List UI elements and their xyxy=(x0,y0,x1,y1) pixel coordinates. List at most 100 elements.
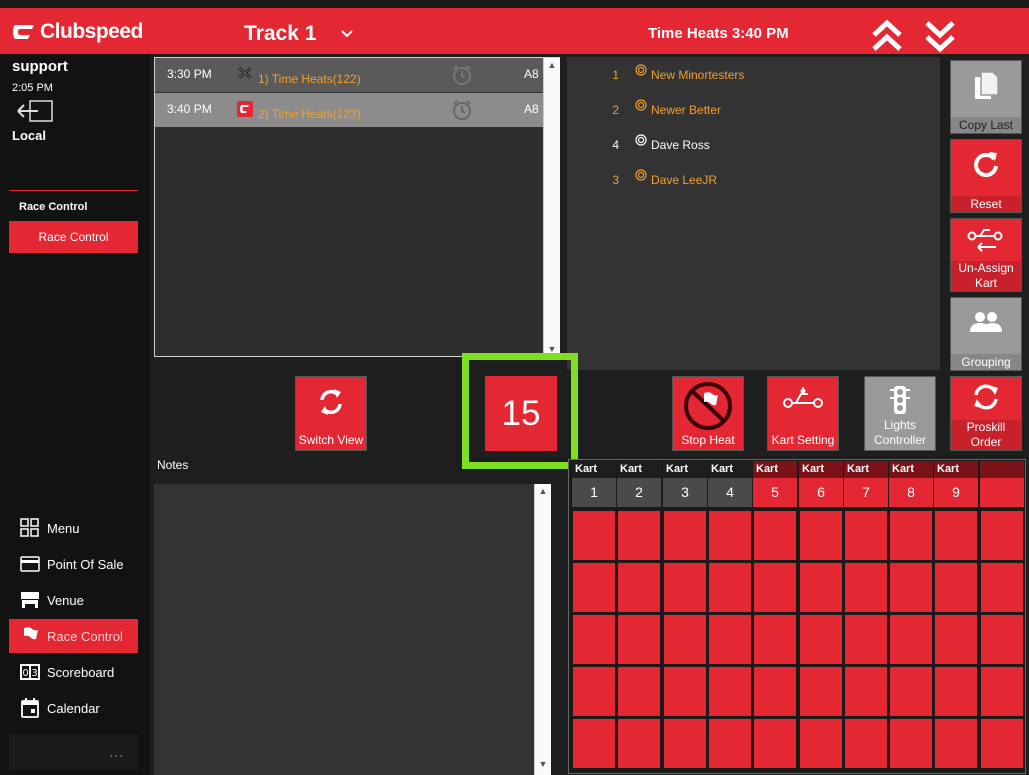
proskill-order-button[interactable]: Proskill Order xyxy=(950,376,1022,451)
kart-slot[interactable] xyxy=(573,511,615,560)
nav-item-scoreboard[interactable]: 03 Scoreboard xyxy=(9,655,138,689)
kart-slot[interactable] xyxy=(664,511,706,560)
kart-setting-button[interactable]: Kart Setting xyxy=(767,376,839,451)
kart-slot[interactable] xyxy=(709,615,751,664)
kart-slot[interactable] xyxy=(890,615,932,664)
double-chevron-up-icon[interactable] xyxy=(869,18,905,54)
kart-slot[interactable] xyxy=(709,667,751,716)
kart-slot[interactable] xyxy=(935,511,977,560)
kart-slot[interactable] xyxy=(890,511,932,560)
scroll-up-icon[interactable]: ▲ xyxy=(535,484,551,498)
notes-label: Notes xyxy=(157,458,189,472)
nav-item-menu[interactable]: Menu xyxy=(9,511,138,545)
kart-slot[interactable] xyxy=(709,563,751,612)
kart-header[interactable]: Kart 7 xyxy=(844,461,888,507)
kart-slot[interactable] xyxy=(754,667,796,716)
racer-row[interactable]: 2 Newer Better xyxy=(567,99,940,119)
kart-slot[interactable] xyxy=(845,615,887,664)
scroll-down-icon[interactable]: ▼ xyxy=(535,757,551,771)
kart-header[interactable] xyxy=(980,461,1024,507)
kart-slot[interactable] xyxy=(573,719,615,768)
reset-button[interactable]: Reset xyxy=(950,139,1022,213)
kart-slot[interactable] xyxy=(709,511,751,560)
kart-header[interactable]: Kart 9 xyxy=(934,461,978,507)
unassign-kart-button[interactable]: Un-Assign Kart xyxy=(950,218,1022,292)
kart-slot[interactable] xyxy=(618,511,660,560)
racer-row[interactable]: 3 Dave LeeJR xyxy=(567,169,940,189)
kart-header[interactable]: Kart 3 xyxy=(663,461,707,507)
switch-view-button[interactable]: Switch View xyxy=(295,376,367,451)
kart-slot[interactable] xyxy=(618,667,660,716)
kart-slot[interactable] xyxy=(800,615,842,664)
nav-item-calendar[interactable]: Calendar xyxy=(9,691,138,725)
kart-slot[interactable] xyxy=(800,511,842,560)
kart-slot[interactable] xyxy=(845,719,887,768)
track-selector[interactable]: Track 1 xyxy=(244,22,316,46)
kart-slot[interactable] xyxy=(664,719,706,768)
scroll-up-icon[interactable]: ▲ xyxy=(544,58,560,72)
kart-header[interactable]: Kart 5 xyxy=(753,461,797,507)
racer-row[interactable]: 1 New Minortesters xyxy=(567,64,940,84)
kart-slot[interactable] xyxy=(981,615,1023,664)
kart-header[interactable]: Kart 4 xyxy=(708,461,752,507)
nav-item-point-of-sale[interactable]: Point Of Sale xyxy=(9,547,138,581)
kart-slot[interactable] xyxy=(845,511,887,560)
kart-slot[interactable] xyxy=(754,563,796,612)
sidebar-more-button[interactable]: ... xyxy=(9,734,138,770)
kart-header[interactable]: Kart 8 xyxy=(889,461,933,507)
kart-slot[interactable] xyxy=(890,563,932,612)
copy-last-button[interactable]: Copy Last xyxy=(950,60,1022,134)
notes-scrollbar[interactable]: ▲ ▼ xyxy=(534,484,551,775)
kart-slot[interactable] xyxy=(754,615,796,664)
kart-slot[interactable] xyxy=(709,719,751,768)
race-control-section-button[interactable]: Race Control xyxy=(9,221,138,253)
kart-header[interactable]: Kart 2 xyxy=(617,461,661,507)
kart-slot[interactable] xyxy=(935,667,977,716)
kart-slot[interactable] xyxy=(618,615,660,664)
kart-slot[interactable] xyxy=(981,719,1023,768)
kart-slot[interactable] xyxy=(890,667,932,716)
double-chevron-down-icon[interactable] xyxy=(922,18,958,54)
kart-slot[interactable] xyxy=(981,667,1023,716)
racer-row[interactable]: 4 Dave Ross xyxy=(567,134,940,154)
nav-item-race-control[interactable]: Race Control xyxy=(9,619,138,653)
heat-counter[interactable]: 15 xyxy=(485,376,557,451)
kart-slot[interactable] xyxy=(573,615,615,664)
user-location: Local xyxy=(12,128,46,143)
kart-slot[interactable] xyxy=(981,511,1023,560)
kart-slot[interactable] xyxy=(754,511,796,560)
kart-slot[interactable] xyxy=(800,667,842,716)
kart-slot[interactable] xyxy=(845,667,887,716)
kart-slot[interactable] xyxy=(845,563,887,612)
kart-slot[interactable] xyxy=(573,667,615,716)
notes-textarea[interactable]: ▲ ▼ xyxy=(154,484,551,775)
kart-slot[interactable] xyxy=(981,563,1023,612)
kart-slot[interactable] xyxy=(754,719,796,768)
kart-slot[interactable] xyxy=(664,563,706,612)
kart-header[interactable]: Kart 1 xyxy=(572,461,616,507)
kart-slot[interactable] xyxy=(890,719,932,768)
kart-number: 2 xyxy=(617,478,661,507)
lights-controller-button[interactable]: Lights Controller xyxy=(864,376,936,451)
kart-slot[interactable] xyxy=(935,719,977,768)
kart-slot[interactable] xyxy=(618,719,660,768)
kart-slot[interactable] xyxy=(618,563,660,612)
kart-slot[interactable] xyxy=(935,615,977,664)
logout-icon[interactable] xyxy=(16,99,54,123)
kart-slot[interactable] xyxy=(800,719,842,768)
heat-list-scrollbar[interactable]: ▲ ▼ xyxy=(543,58,560,356)
stop-heat-button[interactable]: Stop Heat xyxy=(672,376,744,451)
chevron-down-icon[interactable] xyxy=(340,30,354,38)
heat-row[interactable]: 3:40 PM 2) Time Heats(123) A8 xyxy=(155,93,543,127)
kart-slot[interactable] xyxy=(935,563,977,612)
grouping-button[interactable]: Grouping xyxy=(950,297,1022,371)
kart-slot[interactable] xyxy=(664,667,706,716)
nav-item-venue[interactable]: Venue xyxy=(9,583,138,617)
kart-header[interactable]: Kart 6 xyxy=(799,461,843,507)
kart-slot[interactable] xyxy=(664,615,706,664)
kart-slot[interactable] xyxy=(800,563,842,612)
flag-icon xyxy=(19,625,41,647)
kart-slot[interactable] xyxy=(573,563,615,612)
nav-item-label: Race Control xyxy=(47,628,123,644)
heat-row[interactable]: 3:30 PM 1) Time Heats(122) A8 xyxy=(155,58,543,92)
